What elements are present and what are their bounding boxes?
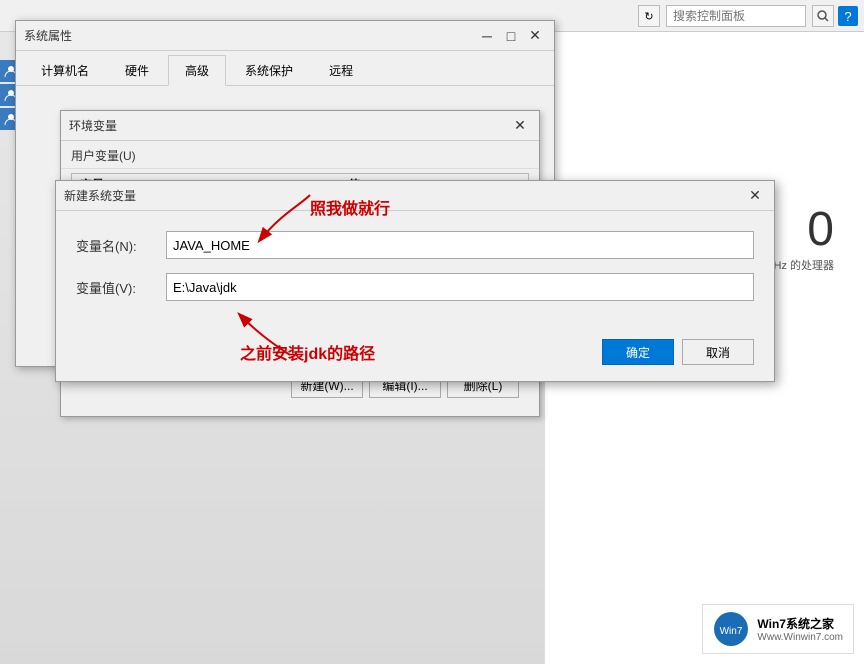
- sysprops-controls: ─ □ ✕: [476, 25, 546, 47]
- new-var-close-button[interactable]: ✕: [744, 185, 766, 207]
- cancel-button[interactable]: 取消: [682, 339, 754, 365]
- tab-remote[interactable]: 远程: [312, 55, 370, 85]
- new-var-dialog-controls: ✕: [744, 185, 766, 207]
- watermark: Win7 Win7系统之家 Www.Winwin7.com: [702, 604, 854, 654]
- search-area: ↻: [638, 5, 834, 27]
- user-vars-label: 用户变量(U): [61, 141, 539, 169]
- search-input[interactable]: [666, 5, 806, 27]
- env-vars-titlebar: 环境变量 ✕: [61, 111, 539, 141]
- tab-hardware[interactable]: 硬件: [108, 55, 166, 85]
- refresh-button[interactable]: ↻: [638, 5, 660, 27]
- watermark-url: Www.Winwin7.com: [757, 632, 843, 643]
- new-var-dialog: 新建系统变量 ✕ 变量名(N): 变量值(V): 确定 取消: [55, 180, 775, 382]
- help-button[interactable]: ?: [838, 6, 858, 26]
- var-value-row: 变量值(V):: [76, 273, 754, 301]
- tab-computer-name[interactable]: 计算机名: [24, 55, 106, 85]
- var-name-input[interactable]: [166, 231, 754, 259]
- new-var-dialog-body: 变量名(N): 变量值(V):: [56, 211, 774, 331]
- env-vars-title: 环境变量: [69, 117, 117, 134]
- tab-system-protection[interactable]: 系统保护: [228, 55, 310, 85]
- svg-text:Win7: Win7: [720, 626, 743, 637]
- watermark-logo: Win7: [713, 611, 749, 647]
- close-button[interactable]: ✕: [524, 25, 546, 47]
- maximize-button[interactable]: □: [500, 25, 522, 47]
- watermark-text-block: Win7系统之家 Www.Winwin7.com: [757, 615, 843, 643]
- new-var-dialog-buttons: 确定 取消: [56, 331, 774, 381]
- tabs-bar: 计算机名 硬件 高级 系统保护 远程: [16, 51, 554, 86]
- minimize-button[interactable]: ─: [476, 25, 498, 47]
- new-var-dialog-title: 新建系统变量: [64, 187, 136, 204]
- search-icon[interactable]: [812, 5, 834, 27]
- var-value-label: 变量值(V):: [76, 278, 166, 297]
- var-name-row: 变量名(N):: [76, 231, 754, 259]
- watermark-site: Win7系统之家: [757, 615, 843, 632]
- env-vars-close-button[interactable]: ✕: [509, 115, 531, 137]
- env-vars-controls: ✕: [509, 115, 531, 137]
- var-name-label: 变量名(N):: [76, 236, 166, 255]
- tab-advanced[interactable]: 高级: [168, 55, 226, 86]
- sysprops-title: 系统属性: [24, 27, 72, 44]
- sysprops-titlebar: 系统属性 ─ □ ✕: [16, 21, 554, 51]
- new-var-dialog-titlebar: 新建系统变量 ✕: [56, 181, 774, 211]
- ok-button[interactable]: 确定: [602, 339, 674, 365]
- var-value-input[interactable]: [166, 273, 754, 301]
